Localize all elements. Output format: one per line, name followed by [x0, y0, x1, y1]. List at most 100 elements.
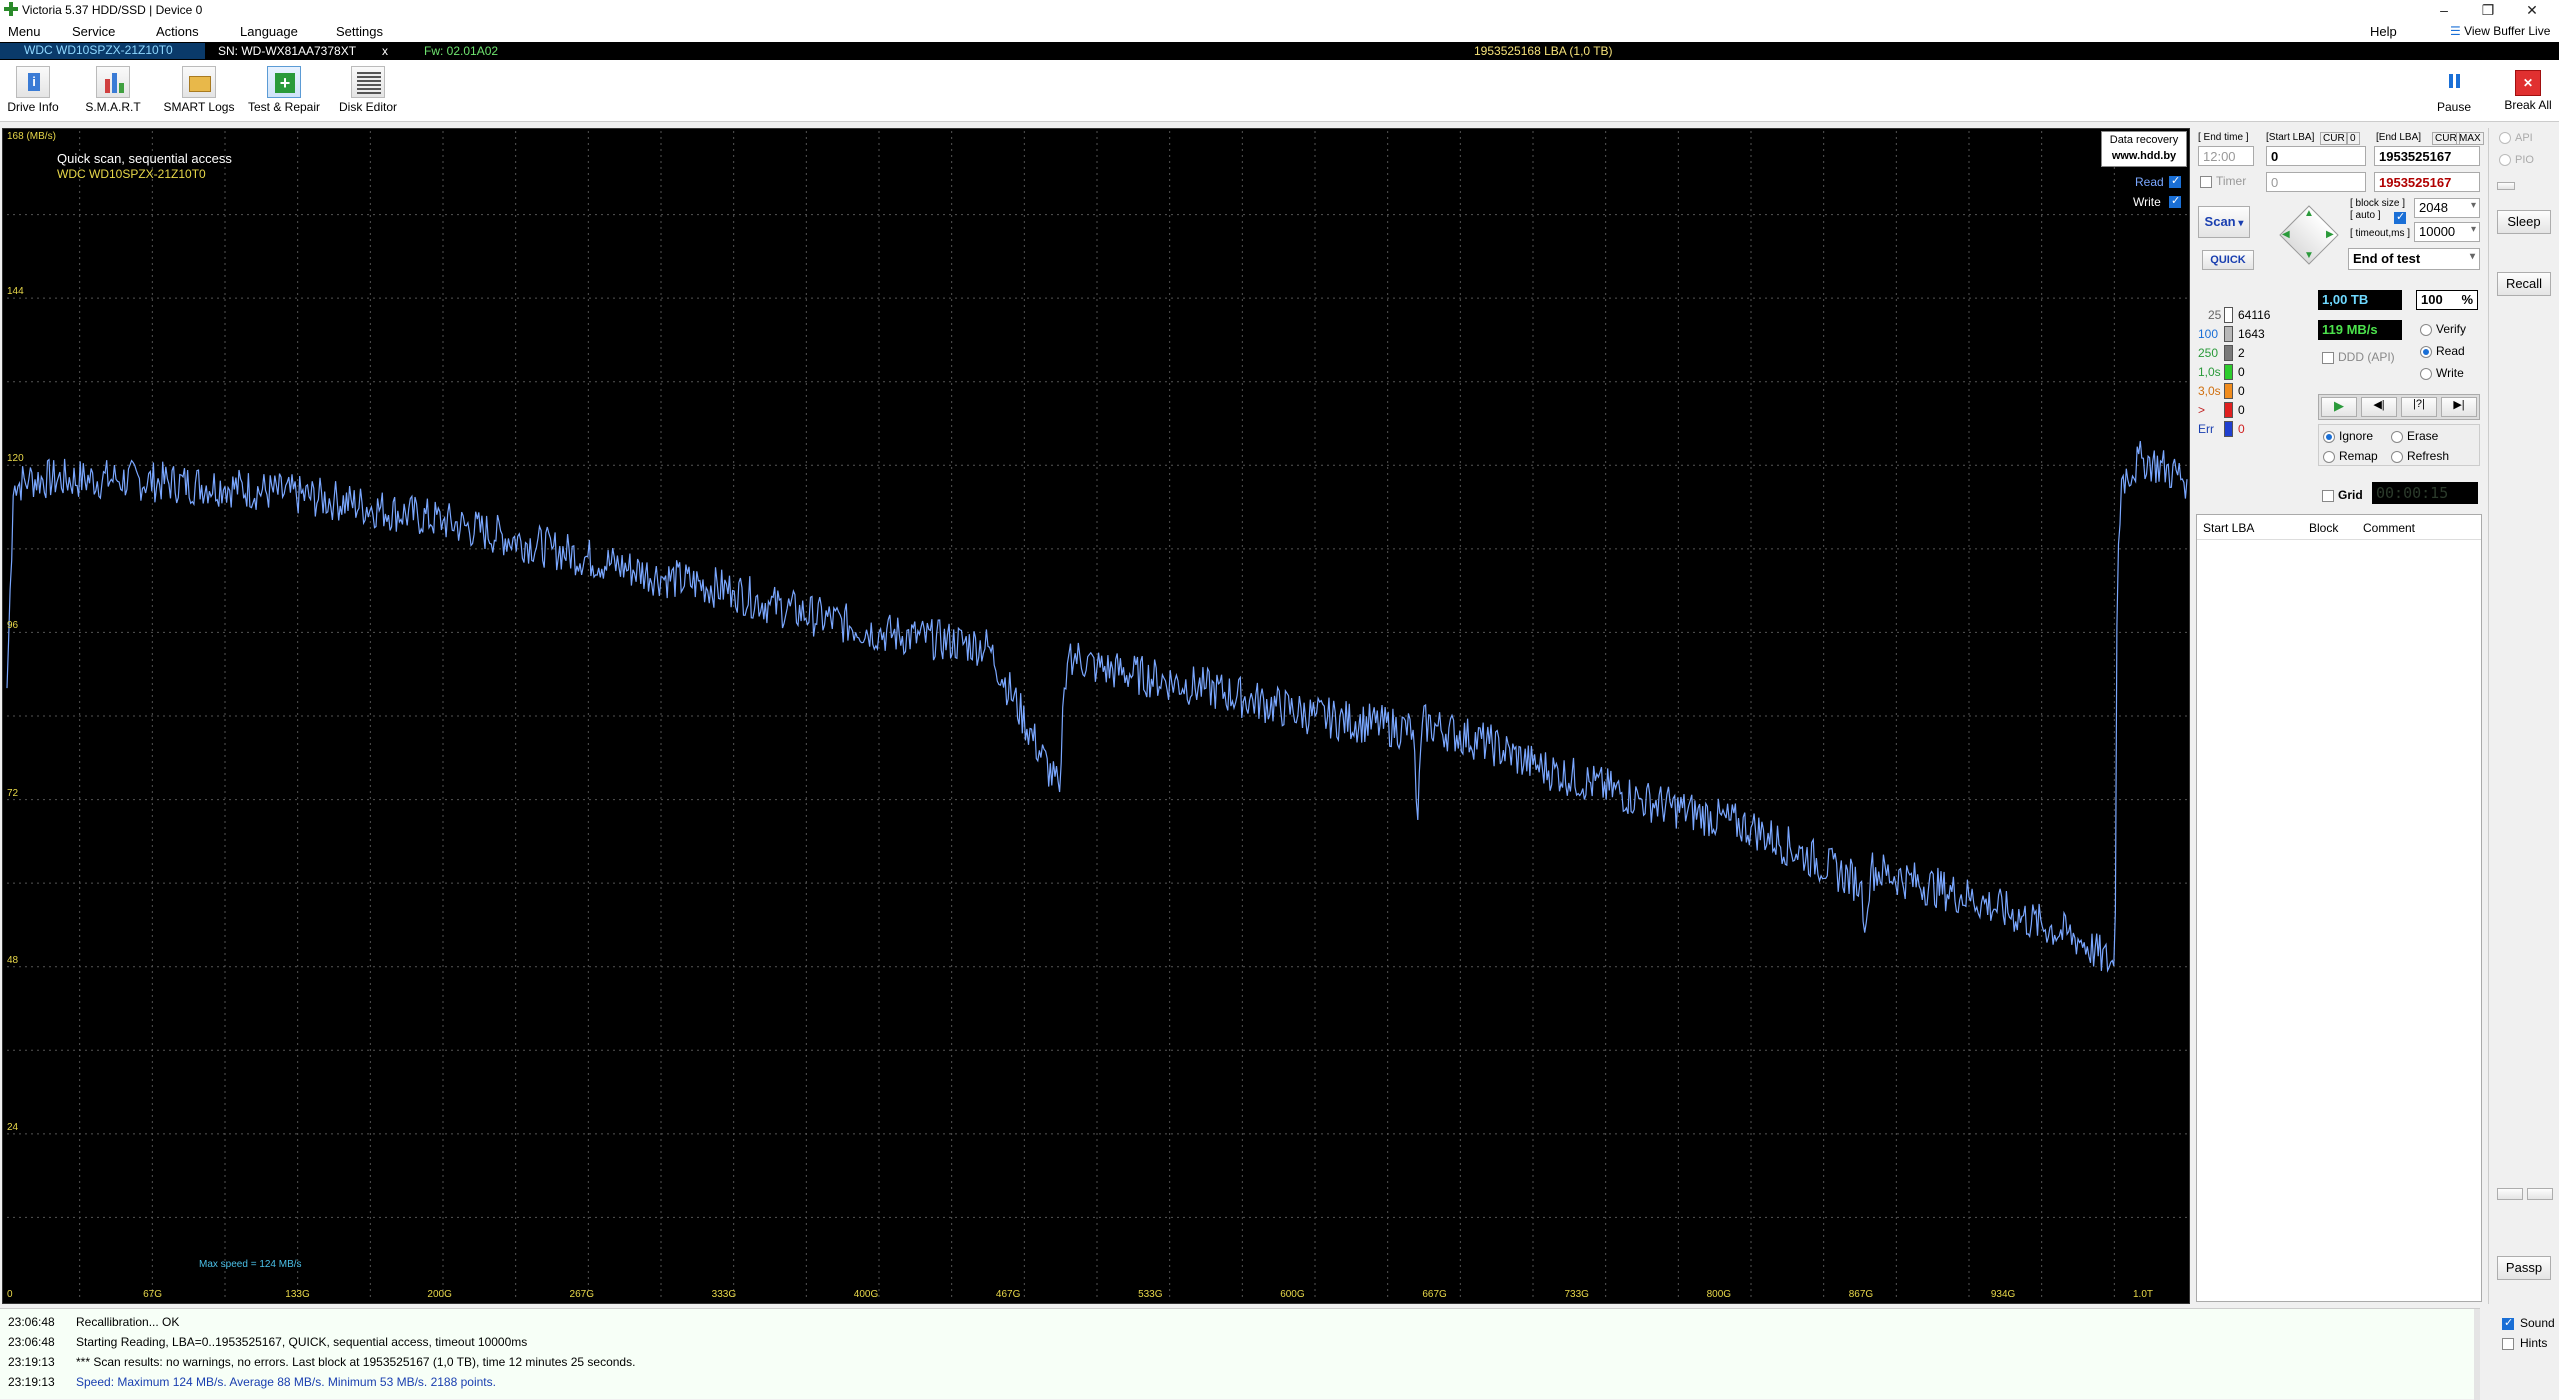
end-max-button[interactable]: MAX — [2456, 132, 2484, 145]
refresh-radio[interactable] — [2391, 451, 2403, 463]
recall-button[interactable]: Recall — [2497, 272, 2551, 296]
minimize-icon[interactable]: – — [2424, 0, 2464, 20]
view-buffer-live[interactable]: ☰ View Buffer Live — [2450, 24, 2550, 38]
skip-end-icon[interactable]: ▶| — [2441, 397, 2477, 417]
passp-button[interactable]: Passp — [2497, 1256, 2551, 1280]
ddd-api-checkbox[interactable] — [2322, 352, 2334, 364]
skip-unknown-icon[interactable]: |?| — [2401, 397, 2437, 417]
menu-service[interactable]: Service — [72, 24, 115, 39]
menu-language[interactable]: Language — [240, 24, 298, 39]
disk-editor-button[interactable]: Disk Editor — [336, 66, 400, 114]
close-icon[interactable]: ✕ — [2512, 0, 2552, 20]
speed-graph[interactable]: 168 (MB/s) Quick scan, sequential access… — [2, 128, 2190, 1304]
view-buffer-label: View Buffer Live — [2464, 24, 2551, 38]
menu-actions[interactable]: Actions — [156, 24, 199, 39]
menu-settings[interactable]: Settings — [336, 24, 383, 39]
break-all-button[interactable]: ✕ Break All — [2500, 66, 2556, 112]
smart-label: S.M.A.R.T — [85, 100, 141, 114]
timeout-label: [ timeout,ms ] — [2350, 228, 2411, 239]
chevron-down-icon: ▾ — [2469, 251, 2475, 262]
recovery-line1: Data recovery — [2109, 134, 2179, 146]
verify-label: Verify — [2436, 322, 2467, 336]
scan-button[interactable]: Scan ▾ — [2198, 206, 2250, 238]
event-log[interactable]: 23:06:48 Recallibration... OK 23:06:48 Star… — [0, 1308, 2480, 1400]
sleep-button[interactable]: Sleep — [2497, 210, 2551, 234]
start-cur-value[interactable]: 0 — [2346, 132, 2360, 145]
start-cur-button[interactable]: CUR — [2320, 132, 2348, 145]
drive-info-button[interactable]: i Drive Info — [4, 66, 62, 114]
arrow-down-icon[interactable]: ▼ — [2304, 250, 2314, 261]
verify-radio[interactable] — [2420, 324, 2432, 336]
write-radio[interactable] — [2420, 368, 2432, 380]
erase-radio[interactable] — [2391, 431, 2403, 443]
defects-table[interactable]: Start LBA Block Comment — [2196, 514, 2482, 1302]
rewind-icon[interactable]: ◀| — [2361, 397, 2397, 417]
arrow-up-icon[interactable]: ▲ — [2304, 208, 2314, 219]
remap-radio[interactable] — [2323, 451, 2335, 463]
end-lba-field-2[interactable]: 1953525167 — [2374, 172, 2480, 192]
read-checkbox[interactable] — [2169, 174, 2181, 188]
read-radio[interactable] — [2420, 346, 2432, 358]
control-panel: [ End time ] 12:00 [Start LBA] CUR 0 0 [… — [2194, 128, 2484, 1304]
menu-help[interactable]: Help — [2370, 24, 2397, 39]
x-tick-label: 667G — [1422, 1289, 1447, 1300]
folder-icon — [182, 66, 216, 98]
test-repair-button[interactable]: + Test & Repair — [246, 66, 322, 114]
x-tick-label: 67G — [143, 1289, 163, 1300]
arrow-right-icon[interactable]: ▶ — [2326, 229, 2334, 240]
smart-button[interactable]: S.M.A.R.T — [80, 66, 146, 114]
quick-button[interactable]: QUICK — [2202, 250, 2254, 270]
block-size-select[interactable]: 2048 ▾ — [2414, 198, 2480, 218]
y-tick-label: 24 — [7, 1121, 19, 1133]
ignore-radio[interactable] — [2323, 431, 2335, 443]
start-lba-field[interactable]: 0 — [2266, 146, 2366, 166]
sound-checkbox[interactable] — [2502, 1316, 2514, 1330]
block-label: 1,0s — [2198, 365, 2221, 379]
auto-checkbox[interactable] — [2394, 210, 2406, 224]
x-tick-label: 533G — [1138, 1289, 1163, 1300]
log-line: 23:06:48 Recallibration... OK — [8, 1315, 179, 1329]
y-tick-label: 96 — [7, 620, 19, 632]
window-title: Victoria 5.37 HDD/SSD | Device 0 — [22, 3, 203, 17]
log-line: 23:19:13 Speed: Maximum 124 MB/s. Average… — [8, 1375, 496, 1389]
side-buttons: API PIO Sleep Recall Passp — [2488, 128, 2559, 1304]
write-checkbox[interactable] — [2169, 194, 2181, 208]
data-recovery-badge[interactable]: Data recovery www.hdd.by — [2101, 131, 2187, 167]
end-of-test-select[interactable]: End of test ▾ — [2348, 248, 2480, 270]
erase-label: Erase — [2407, 429, 2439, 443]
arrow-left-icon[interactable]: ◀ — [2282, 229, 2290, 240]
small-left-button[interactable] — [2497, 1188, 2523, 1200]
pio-radio[interactable] — [2499, 154, 2511, 166]
end-time-label: [ End time ] — [2198, 132, 2249, 143]
timer-checkbox[interactable] — [2200, 176, 2212, 188]
log-message: Recallibration... OK — [76, 1315, 180, 1329]
col-comment: Comment — [2363, 521, 2416, 535]
end-lba-field[interactable]: 1953525167 — [2374, 146, 2480, 166]
block-count: 1643 — [2238, 327, 2265, 341]
hints-checkbox[interactable] — [2502, 1338, 2514, 1350]
chevron-down-icon: ▾ — [2470, 224, 2476, 235]
play-icon[interactable]: ▶ — [2321, 397, 2357, 417]
small-button[interactable] — [2497, 182, 2515, 190]
small-right-button[interactable] — [2527, 1188, 2553, 1200]
title-bar: Victoria 5.37 HDD/SSD | Device 0 – ❐ ✕ — [0, 0, 2559, 20]
log-scrollbar[interactable] — [2474, 1309, 2480, 1400]
menu-menu[interactable]: Menu — [8, 24, 41, 39]
api-radio[interactable] — [2499, 132, 2511, 144]
timeout-select[interactable]: 10000 ▾ — [2414, 222, 2480, 242]
pause-button[interactable]: Pause — [2430, 66, 2478, 114]
grid-checkbox[interactable] — [2322, 490, 2334, 502]
ddd-api-label: DDD (API) — [2338, 350, 2395, 364]
disk-editor-label: Disk Editor — [338, 100, 397, 114]
pause-label: Pause — [2436, 100, 2472, 114]
direction-pad[interactable]: ▲ ▼ ◀ ▶ — [2278, 204, 2340, 266]
end-time-field[interactable]: 12:00 — [2198, 146, 2254, 166]
timer-field[interactable]: 0 — [2266, 172, 2366, 192]
x-tick-label: 333G — [711, 1289, 737, 1300]
break-icon: ✕ — [2515, 70, 2541, 96]
maximize-icon[interactable]: ❐ — [2468, 0, 2508, 20]
smart-logs-button[interactable]: SMART Logs — [160, 66, 238, 114]
device-close[interactable]: x — [382, 44, 388, 58]
x-tick-label: 267G — [569, 1289, 594, 1300]
device-model[interactable]: WDC WD10SPZX-21Z10T0 — [0, 43, 205, 59]
